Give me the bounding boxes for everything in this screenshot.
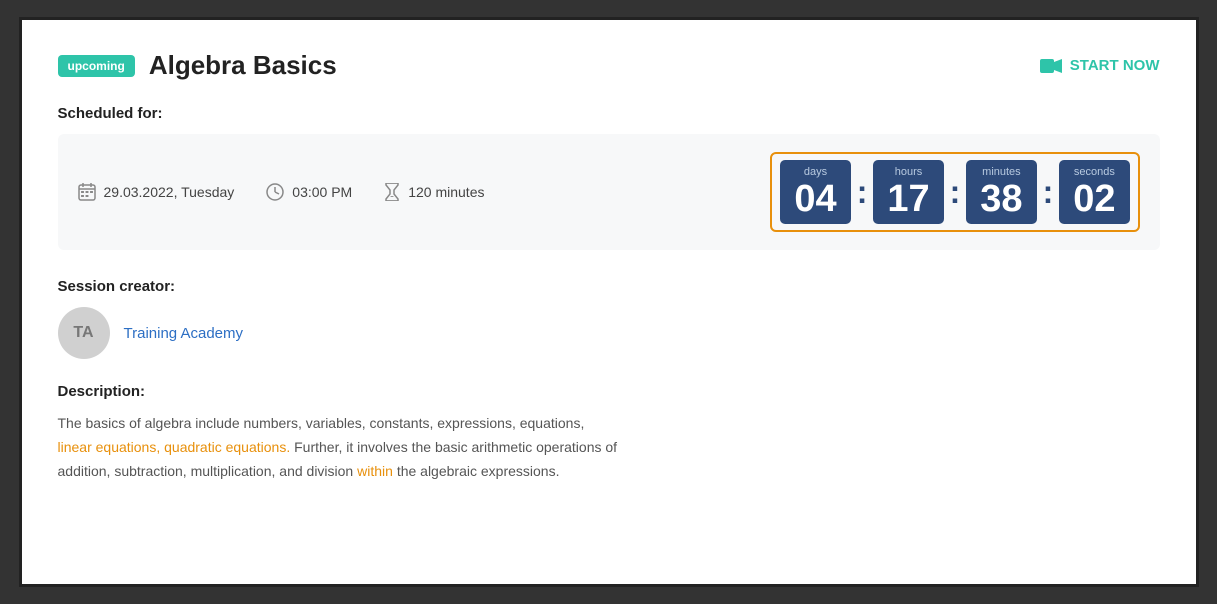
clock-icon <box>266 183 284 201</box>
header: upcoming Algebra Basics START NOW <box>58 50 1160 81</box>
seconds-label: seconds <box>1073 166 1115 178</box>
description-text: The basics of algebra include numbers, v… <box>58 412 638 483</box>
schedule-duration: 120 minutes <box>384 183 484 201</box>
description-label: Description: <box>58 383 1160 400</box>
schedule-info: 29.03.2022, Tuesday 03:00 PM <box>78 183 485 201</box>
header-left: upcoming Algebra Basics <box>58 50 337 81</box>
page-title: Algebra Basics <box>149 50 337 81</box>
date-text: 29.03.2022, Tuesday <box>104 184 235 200</box>
creator-section: Session creator: TA Training Academy <box>58 278 1160 359</box>
start-now-button[interactable]: START NOW <box>1040 57 1160 74</box>
days-label: days <box>794 166 836 178</box>
desc-link-1: linear equations, quadratic equations. <box>58 439 291 455</box>
schedule-label: Scheduled for: <box>58 105 1160 122</box>
time-text: 03:00 PM <box>292 184 352 200</box>
desc-link-2: within <box>357 463 393 479</box>
desc-text-after: the algebraic expressions. <box>397 463 560 479</box>
creator-name: Training Academy <box>124 325 244 342</box>
desc-text-before: The basics of algebra include numbers, v… <box>58 415 585 431</box>
colon-3: : <box>1041 174 1056 211</box>
minutes-value: 38 <box>980 180 1022 218</box>
seconds-value: 02 <box>1073 180 1115 218</box>
camera-icon <box>1040 58 1062 74</box>
creator-row: TA Training Academy <box>58 307 1160 359</box>
countdown-timer: days 04 : hours 17 : minutes 38 : second… <box>770 152 1139 232</box>
colon-1: : <box>855 174 870 211</box>
creator-label: Session creator: <box>58 278 1160 295</box>
hours-value: 17 <box>887 180 929 218</box>
countdown-days: days 04 <box>780 160 850 224</box>
hourglass-icon <box>384 183 400 201</box>
start-now-label: START NOW <box>1070 57 1160 74</box>
duration-text: 120 minutes <box>408 184 484 200</box>
hours-label: hours <box>887 166 929 178</box>
schedule-section: Scheduled for: 29.03.2022, Tue <box>58 105 1160 250</box>
calendar-icon <box>78 183 96 201</box>
minutes-label: minutes <box>980 166 1022 178</box>
schedule-row: 29.03.2022, Tuesday 03:00 PM <box>58 134 1160 250</box>
colon-2: : <box>948 174 963 211</box>
countdown-seconds: seconds 02 <box>1059 160 1129 224</box>
description-section: Description: The basics of algebra inclu… <box>58 383 1160 483</box>
status-badge: upcoming <box>58 55 135 77</box>
countdown-minutes: minutes 38 <box>966 160 1036 224</box>
avatar: TA <box>58 307 110 359</box>
schedule-date: 29.03.2022, Tuesday <box>78 183 235 201</box>
days-value: 04 <box>794 180 836 218</box>
countdown-hours: hours 17 <box>873 160 943 224</box>
main-container: upcoming Algebra Basics START NOW Schedu… <box>19 17 1199 587</box>
schedule-time: 03:00 PM <box>266 183 352 201</box>
